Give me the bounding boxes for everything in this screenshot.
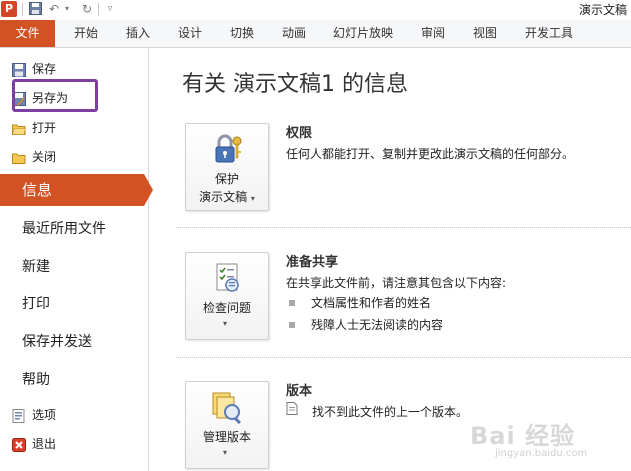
versions-title: 版本 <box>286 384 313 399</box>
tab-developer[interactable]: 开发工具 <box>519 20 579 47</box>
prepare-desc: 在共享此文件前，请注意其包含以下内容: <box>286 276 507 290</box>
permissions-title: 权限 <box>286 126 313 141</box>
powerpoint-app-icon[interactable]: P <box>1 1 17 17</box>
document-icon <box>286 402 300 416</box>
sidebar-item-info[interactable]: 信息 <box>0 174 144 206</box>
baidu-watermark: Bai 经验 <box>470 422 576 450</box>
sidebar-item-close[interactable]: 关闭 <box>12 146 108 168</box>
checklist-icon <box>210 261 244 295</box>
tab-animations[interactable]: 动画 <box>274 20 314 47</box>
exit-icon <box>12 437 26 452</box>
section-divider <box>176 357 631 358</box>
window-title: 演示文稿 <box>578 3 627 17</box>
tab-transitions[interactable]: 切换 <box>222 20 262 47</box>
tab-review[interactable]: 审阅 <box>414 20 452 47</box>
check-issues-button[interactable]: 检查问题 ▾ <box>185 252 269 340</box>
redo-icon[interactable]: ↻ <box>80 2 94 16</box>
options-icon <box>12 408 26 423</box>
protect-button-label: 演示文稿 ▾ <box>199 190 255 204</box>
save-icon <box>12 62 26 77</box>
bullet-icon <box>289 322 295 328</box>
section-divider <box>176 227 631 228</box>
sidebar-item-options[interactable]: 选项 <box>12 404 108 426</box>
sidebar-item-new[interactable]: 新建 <box>22 256 50 278</box>
page-title: 有关 演示文稿1 的信息 <box>182 72 408 97</box>
qat-separator <box>22 3 23 16</box>
prepare-title: 准备共享 <box>286 255 339 270</box>
annotation-highlight-box <box>12 79 98 112</box>
tab-slideshow[interactable]: 幻灯片放映 <box>330 20 396 47</box>
permissions-desc: 任何人都能打开、复制并更改此演示文稿的任何部分。 <box>286 147 575 161</box>
lock-key-icon <box>210 132 244 166</box>
sidebar-item-save[interactable]: 保存 <box>12 58 108 80</box>
qat-separator <box>98 3 99 16</box>
dropdown-arrow-icon: ▾ <box>223 319 228 328</box>
tab-insert[interactable]: 插入 <box>118 20 158 47</box>
tab-file[interactable]: 文件 <box>0 20 55 47</box>
open-folder-icon <box>12 121 26 135</box>
ribbon-tab-bar: 文件 开始 插入 设计 切换 动画 幻灯片放映 审阅 视图 开发工具 <box>0 20 631 48</box>
sidebar-item-save-send[interactable]: 保存并发送 <box>22 331 92 353</box>
bullet-icon <box>289 300 295 306</box>
sidebar-item-help[interactable]: 帮助 <box>22 369 50 391</box>
dropdown-arrow-icon: ▾ <box>223 448 228 457</box>
sidebar-item-recent[interactable]: 最近所用文件 <box>22 218 106 240</box>
versions-icon <box>210 390 244 425</box>
dropdown-arrow-icon: ▾ <box>250 194 255 203</box>
sidebar-item-open[interactable]: 打开 <box>12 117 108 139</box>
save-icon[interactable] <box>28 2 42 16</box>
undo-icon[interactable]: ↶ <box>47 2 61 16</box>
sidebar-item-exit[interactable]: 退出 <box>12 433 108 455</box>
sidebar-item-print[interactable]: 打印 <box>22 293 50 315</box>
selected-arrow-indicator <box>144 174 153 206</box>
versions-desc: 找不到此文件的上一个版本。 <box>312 405 469 419</box>
tab-view[interactable]: 视图 <box>466 20 504 47</box>
protect-presentation-button[interactable]: 保护 演示文稿 ▾ <box>185 123 269 211</box>
tab-home[interactable]: 开始 <box>66 20 106 47</box>
tab-design[interactable]: 设计 <box>170 20 210 47</box>
title-bar: P ↶ ▾ ↻ ▿ 演示文稿 <box>0 0 631 20</box>
baidu-watermark-url: jingyan.baidu.com <box>495 448 588 459</box>
undo-dropdown-icon[interactable]: ▾ <box>60 2 74 16</box>
close-folder-icon <box>12 150 26 164</box>
manage-versions-button[interactable]: 管理版本 ▾ <box>185 381 269 469</box>
customize-qat-icon[interactable]: ▿ <box>103 2 117 16</box>
